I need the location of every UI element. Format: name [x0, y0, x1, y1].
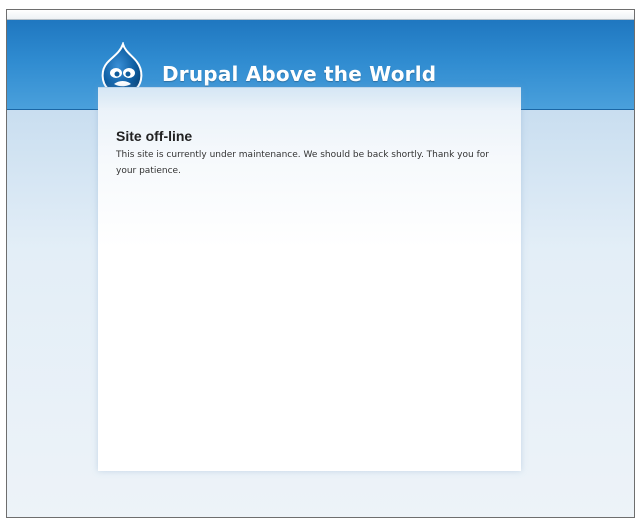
page-frame: Drupal Above the World Site off-line Thi… [6, 9, 635, 518]
maintenance-message: This site is currently under maintenance… [116, 150, 489, 176]
content-top-highlight [98, 88, 521, 110]
main-content: Site off-line This site is currently und… [98, 87, 521, 471]
window-top-bar [7, 10, 634, 20]
site-name[interactable]: Drupal Above the World [162, 62, 436, 86]
page-title: Site off-line [116, 128, 193, 144]
